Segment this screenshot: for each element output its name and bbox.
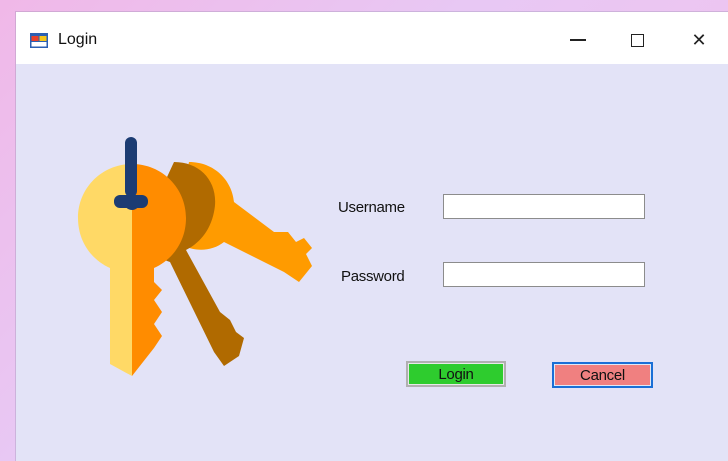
maximize-icon [630,33,644,47]
username-input[interactable] [443,194,645,219]
maximize-button[interactable] [614,22,660,58]
keys-illustration [78,137,312,376]
form-app-icon [30,33,48,48]
login-window: Login ✕ Username Password Login Cancel [16,12,728,461]
close-button[interactable]: ✕ [676,22,722,58]
password-input[interactable] [443,262,645,287]
password-label: Password [341,268,405,285]
window-title: Login [58,31,98,48]
minimize-icon [570,39,586,41]
login-button[interactable]: Login [406,361,506,387]
close-icon: ✕ [691,29,707,50]
cancel-button[interactable]: Cancel [552,362,653,388]
username-label: Username [338,199,405,216]
title-bar[interactable]: Login ✕ [16,12,728,64]
minimize-button[interactable] [555,22,601,58]
